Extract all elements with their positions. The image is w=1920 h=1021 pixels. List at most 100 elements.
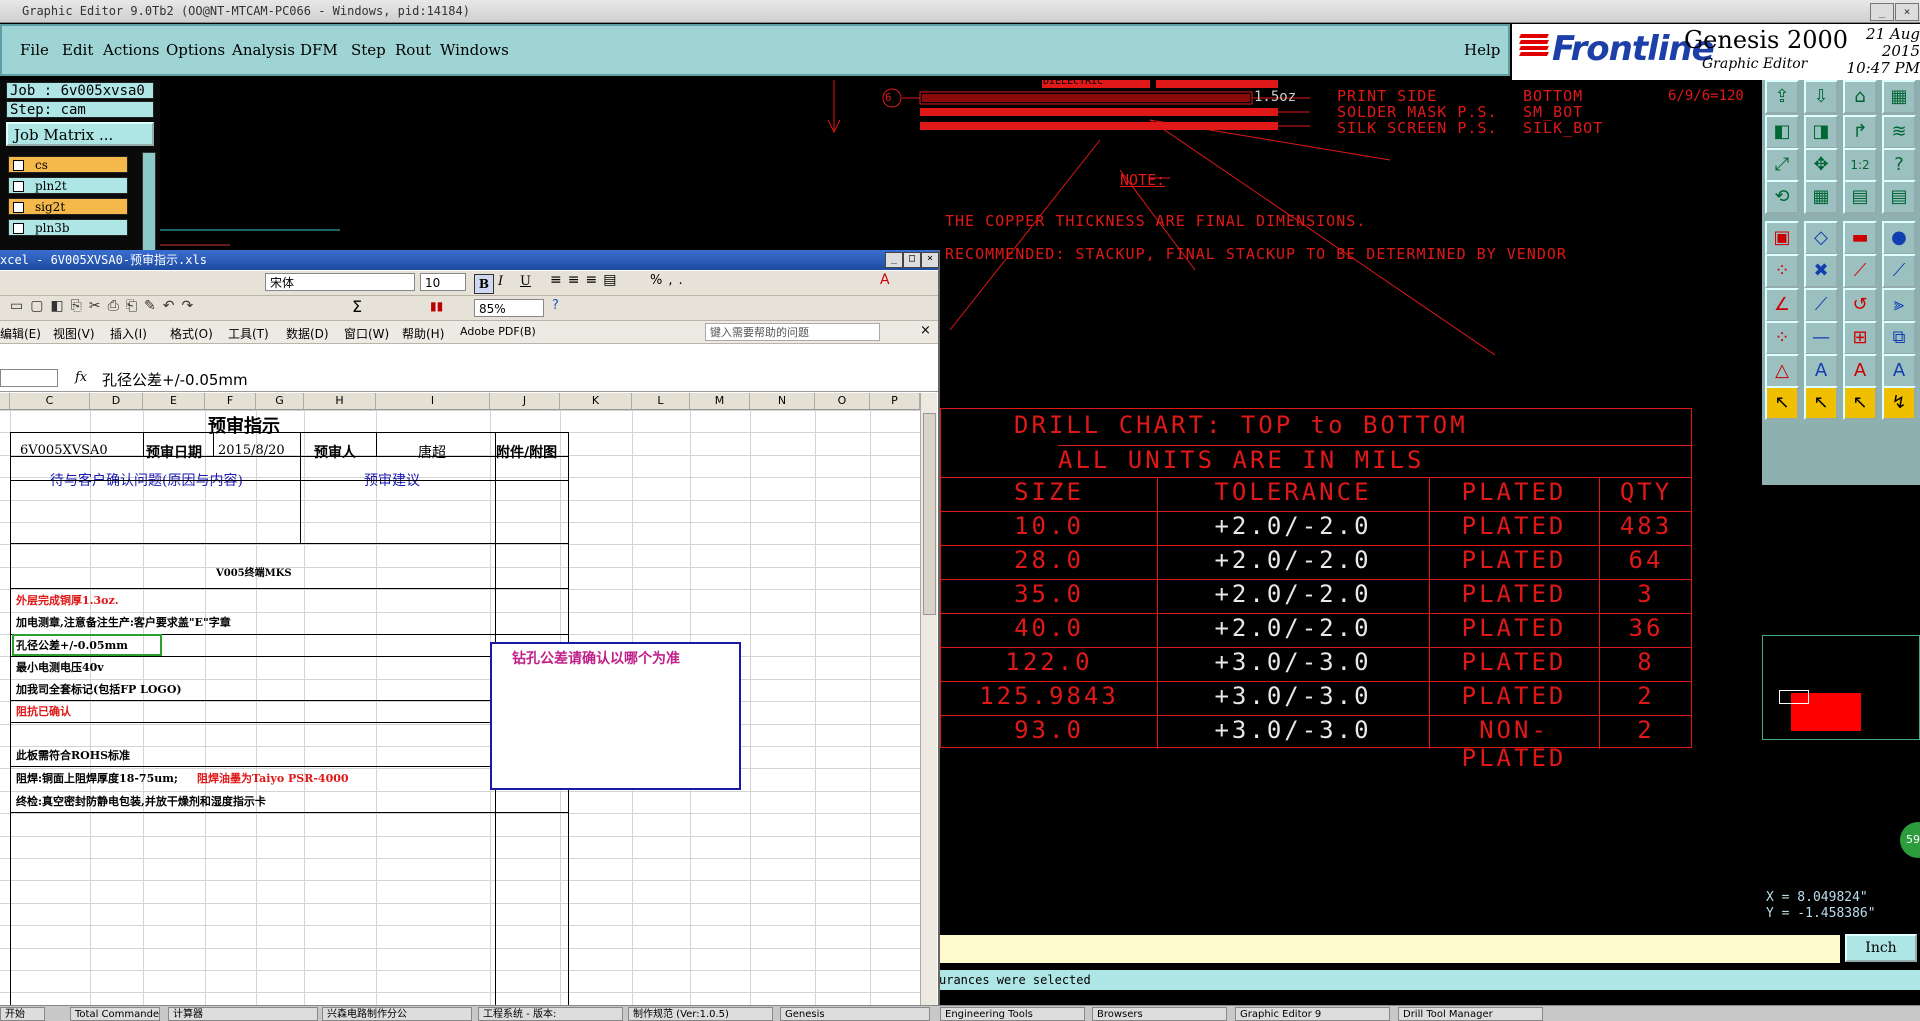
scale-icon[interactable]: 1:2 <box>1843 148 1877 182</box>
column-header-c[interactable]: C <box>10 393 90 409</box>
excel-doc-close-icon[interactable]: × <box>920 323 931 338</box>
column-header-i[interactable]: I <box>376 393 490 409</box>
home-icon[interactable]: ⌂ <box>1843 80 1877 114</box>
note-line-2[interactable]: 加电测章,注意备注生产:客户要求盖"E"字章 <box>16 614 231 630</box>
overview-map[interactable] <box>1762 635 1920 740</box>
snap-icon[interactable]: ≋ <box>1882 115 1916 149</box>
note-line-6[interactable]: 阻抗已确认 <box>16 703 71 719</box>
menu-file[interactable]: File <box>20 41 49 59</box>
text-icon[interactable]: A <box>1804 354 1838 388</box>
layer-down-icon[interactable]: ⇩ <box>1804 80 1838 114</box>
menu-dfm[interactable]: DFM <box>300 41 338 59</box>
menu-data[interactable]: 数据(D) <box>286 325 329 342</box>
menu-edit[interactable]: 编辑(E) <box>0 325 41 342</box>
layer-checkbox[interactable] <box>13 223 24 234</box>
menu-edit[interactable]: Edit <box>62 41 93 59</box>
autosum-icon[interactable]: Σ <box>352 297 362 316</box>
move-icon[interactable]: ✥ <box>1804 148 1838 182</box>
help-search-box[interactable]: 键入需要帮助的问题 <box>705 323 880 341</box>
pointer-active-icon[interactable]: ↖ <box>1804 386 1838 420</box>
layer-checkbox[interactable] <box>13 181 24 192</box>
copy-icon[interactable]: ⧉ <box>1882 321 1916 355</box>
layer-pln3b[interactable]: pln3b <box>8 219 128 236</box>
circle-icon[interactable]: ● <box>1882 221 1916 255</box>
v005-label[interactable]: V005终端MKS <box>216 564 292 579</box>
arc-icon[interactable]: ⟋ <box>1882 254 1916 288</box>
taskbar-item[interactable]: 制作规范 (Ver:1.0.5) <box>628 1007 773 1021</box>
menu-view[interactable]: 视图(V) <box>53 325 95 342</box>
column-header-n[interactable]: N <box>750 393 815 409</box>
note-line-9[interactable]: 终检:真空密封防静电包装,并放干燥剂和湿度指示卡 <box>16 793 266 809</box>
lightning-icon[interactable]: ↯ <box>1882 386 1916 420</box>
layer-up-icon[interactable]: ⇪ <box>1765 80 1799 114</box>
align-icons[interactable]: ≡≡≡▤ <box>550 272 622 288</box>
slash-icon[interactable]: ⟋ <box>1804 288 1838 322</box>
excel-vertical-scrollbar[interactable] <box>920 393 937 1005</box>
bold-icon[interactable]: B <box>474 274 494 294</box>
select-icon[interactable]: ⁘ <box>1765 321 1799 355</box>
number-format-icons[interactable]: %,. <box>650 273 689 288</box>
menu-help[interactable]: 帮助(H) <box>402 325 444 342</box>
taskbar-item[interactable]: Graphic Editor 9 <box>1235 1007 1390 1021</box>
font-size-select[interactable]: 10 <box>420 273 466 291</box>
excel-minimize-button[interactable]: _ <box>885 252 903 268</box>
taskbar-item[interactable]: Genesis <box>780 1007 930 1021</box>
green-badge[interactable]: 59 <box>1900 822 1920 858</box>
font-color-icon[interactable]: A <box>880 272 890 288</box>
pointer-icon[interactable]: ↖ <box>1765 386 1799 420</box>
menu-rout[interactable]: Rout <box>395 41 431 59</box>
route-icon[interactable]: ↱ <box>1843 115 1877 149</box>
layers-alt-icon[interactable]: ▤ <box>1882 180 1916 214</box>
note-line-5[interactable]: 加我司全套标记(包括FP LOGO) <box>16 681 182 697</box>
taskbar-item[interactable]: Browsers <box>1092 1007 1227 1021</box>
layer-pln2t[interactable]: pln2t <box>8 177 128 194</box>
zoom-fit-icon[interactable]: ⤢ <box>1765 148 1799 182</box>
formula-input[interactable]: 孔径公差+/-0.05mm <box>102 369 248 390</box>
layers-icon[interactable]: ▤ <box>1843 180 1877 214</box>
menu-analysis[interactable]: Analysis <box>232 41 295 59</box>
menu-format[interactable]: 格式(O) <box>170 325 213 342</box>
taskbar-item[interactable]: 兴森电路制作分公 <box>322 1007 472 1021</box>
grid-icon[interactable]: ▦ <box>1882 80 1916 114</box>
taskbar-item[interactable]: Total Commander 7 <box>70 1007 160 1021</box>
menu-help[interactable]: Help <box>1464 41 1500 59</box>
undo-arc-icon[interactable]: ↺ <box>1843 288 1877 322</box>
help-icon[interactable]: ? <box>552 298 559 313</box>
triangle-icon[interactable]: △ <box>1765 354 1799 388</box>
close-button[interactable]: × <box>1895 3 1919 21</box>
taskbar-item[interactable]: Drill Tool Manager <box>1398 1007 1543 1021</box>
cell-comment[interactable]: 钻孔公差请确认以哪个为准 <box>490 642 741 790</box>
pan-left-icon[interactable]: ◧ <box>1765 115 1799 149</box>
pointer-alt-icon[interactable]: ↖ <box>1843 386 1877 420</box>
dash-icon[interactable]: — <box>1804 321 1838 355</box>
zoom-select[interactable]: 85% <box>474 299 544 317</box>
menu-tools[interactable]: 工具(T) <box>228 325 269 342</box>
column-header-d[interactable]: D <box>90 393 143 409</box>
taskbar-item[interactable]: 工程系统 - 版本: <box>478 1007 623 1021</box>
menu-options[interactable]: Options <box>166 41 225 59</box>
minimize-button[interactable]: _ <box>1870 3 1894 21</box>
menu-window[interactable]: 窗口(W) <box>344 325 389 342</box>
column-header[interactable] <box>0 393 10 409</box>
segment-icon[interactable]: ⟋ <box>1843 254 1877 288</box>
measure-icon[interactable]: ⊞ <box>1843 321 1877 355</box>
taskbar-item[interactable]: Engineering Tools <box>940 1007 1085 1021</box>
layer-scrollbar[interactable] <box>142 152 156 262</box>
excel-close-button[interactable]: × <box>921 252 939 268</box>
grid-toggle-icon[interactable]: ▦ <box>1804 180 1838 214</box>
menu-insert[interactable]: 插入(I) <box>110 325 147 342</box>
line-icon[interactable]: ▬ <box>1843 221 1877 255</box>
menu-step[interactable]: Step <box>351 41 386 59</box>
note-line-8b[interactable]: 阻焊油墨为Taiyo PSR-4000 <box>197 770 349 786</box>
column-header-e[interactable]: E <box>143 393 205 409</box>
reviewer-value[interactable]: 唐超 <box>418 442 446 462</box>
layer-cs[interactable]: cs <box>8 156 128 173</box>
layer-sig2t[interactable]: sig2t <box>8 198 128 215</box>
column-header-l[interactable]: L <box>632 393 690 409</box>
layer-checkbox[interactable] <box>13 202 24 213</box>
note-line-1[interactable]: 外层完成铜厚1.3oz. <box>16 592 119 608</box>
italic-icon[interactable]: I <box>498 274 503 289</box>
excel-restore-button[interactable]: □ <box>903 252 921 268</box>
sheet-grid[interactable]: 预审指示 6V005XVSA0 预审日期 2015/8/20 预审人 唐超 附件… <box>0 410 920 1005</box>
overview-viewport[interactable] <box>1779 690 1809 704</box>
